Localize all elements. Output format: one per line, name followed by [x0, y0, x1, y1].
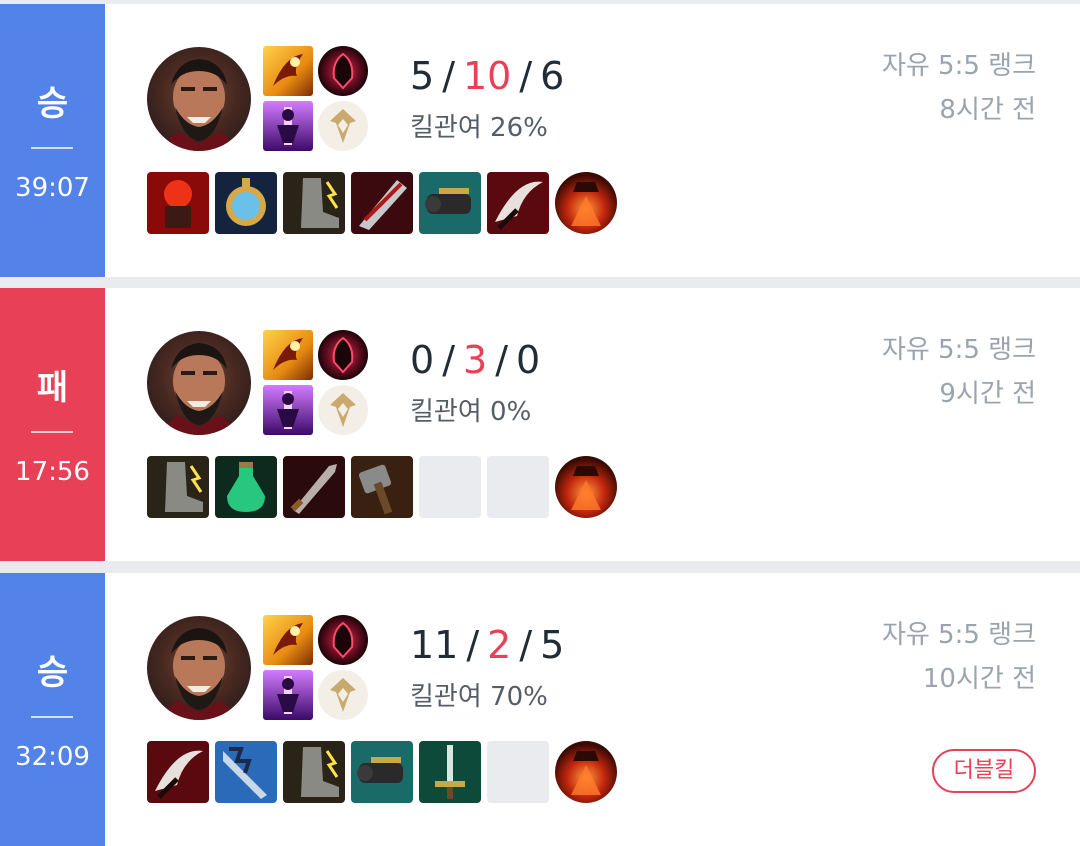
kill-participation: 킬관여 0%	[410, 397, 532, 427]
oracle-lens-icon[interactable]	[555, 172, 617, 234]
divider	[31, 716, 73, 718]
hammer-item-icon[interactable]	[351, 456, 413, 518]
sword-item-icon[interactable]	[419, 741, 481, 803]
match-result-bar: 패 17:56	[0, 288, 105, 561]
assists: 5	[540, 623, 565, 667]
assists: 0	[516, 338, 541, 382]
scythe-item-icon[interactable]	[147, 741, 209, 803]
empty-item-slot	[419, 456, 481, 518]
oracle-lens-icon[interactable]	[555, 456, 617, 518]
precision-rune-icon[interactable]	[318, 101, 368, 151]
kda-score: 11/2/5	[410, 623, 565, 667]
kills: 11	[410, 623, 459, 667]
boots-item-icon[interactable]	[147, 456, 209, 518]
stopwatch-item-icon[interactable]	[215, 172, 277, 234]
match-result: 패	[36, 368, 69, 408]
assists: 6	[540, 54, 565, 98]
kill-participation: 킬관여 26%	[410, 113, 548, 143]
champion-portrait-icon[interactable]	[147, 616, 251, 720]
precision-rune-icon[interactable]	[318, 670, 368, 720]
kda-score: 5/10/6	[410, 54, 565, 98]
deaths: 3	[463, 338, 488, 382]
scythe-item-icon[interactable]	[487, 172, 549, 234]
dagger-item-icon[interactable]	[283, 456, 345, 518]
match-duration: 17:56	[15, 457, 90, 487]
queue-type: 자유 5:5 랭크	[881, 51, 1036, 81]
cannon-item-icon[interactable]	[419, 172, 481, 234]
queue-type: 자유 5:5 랭크	[881, 620, 1036, 650]
match-card[interactable]: 승 32:09 11/2/5 킬관여 70% 자유 5:5 랭크 10시간 전	[0, 573, 1080, 846]
match-result: 승	[36, 653, 69, 693]
dark-harvest-rune-icon[interactable]	[318, 615, 368, 665]
match-card[interactable]: 승 39:07 5/10/6 킬관여 26% 자유 5:5 랭크 8시간 전	[0, 4, 1080, 277]
flash-spell-icon[interactable]	[263, 101, 313, 151]
ignite-spell-icon[interactable]	[263, 330, 313, 380]
kills: 5	[410, 54, 435, 98]
time-ago: 8시간 전	[939, 95, 1036, 125]
deaths: 10	[463, 54, 512, 98]
divider	[31, 147, 73, 149]
multikill-badge: 더블킬	[932, 749, 1036, 793]
dark-harvest-rune-icon[interactable]	[318, 46, 368, 96]
champion-portrait-icon[interactable]	[147, 331, 251, 435]
match-card[interactable]: 패 17:56 0/3/0 킬관여 0% 자유 5:5 랭크 9시간 전	[0, 288, 1080, 561]
dark-harvest-rune-icon[interactable]	[318, 330, 368, 380]
empty-item-slot	[487, 741, 549, 803]
empty-item-slot	[487, 456, 549, 518]
oracle-lens-icon[interactable]	[555, 741, 617, 803]
flash-spell-icon[interactable]	[263, 385, 313, 435]
ignite-spell-icon[interactable]	[263, 46, 313, 96]
divider	[31, 431, 73, 433]
red-item-icon[interactable]	[147, 172, 209, 234]
potion-item-icon[interactable]	[215, 456, 277, 518]
match-result-bar: 승 39:07	[0, 4, 105, 277]
time-ago: 9시간 전	[939, 379, 1036, 409]
champion-portrait-icon[interactable]	[147, 47, 251, 151]
queue-type: 자유 5:5 랭크	[881, 335, 1036, 365]
flash-spell-icon[interactable]	[263, 670, 313, 720]
blade-item-icon[interactable]	[351, 172, 413, 234]
ignite-spell-icon[interactable]	[263, 615, 313, 665]
boots-item-icon[interactable]	[283, 741, 345, 803]
match-duration: 39:07	[15, 173, 90, 203]
kill-participation: 킬관여 70%	[410, 682, 548, 712]
kills: 0	[410, 338, 435, 382]
match-duration: 32:09	[15, 742, 90, 772]
boots-item-icon[interactable]	[283, 172, 345, 234]
kda-score: 0/3/0	[410, 338, 541, 382]
match-result: 승	[36, 84, 69, 124]
match-result-bar: 승 32:09	[0, 573, 105, 846]
tower-blade-item-icon[interactable]	[215, 741, 277, 803]
deaths: 2	[487, 623, 512, 667]
cannon-item-icon[interactable]	[351, 741, 413, 803]
precision-rune-icon[interactable]	[318, 385, 368, 435]
time-ago: 10시간 전	[922, 664, 1036, 694]
